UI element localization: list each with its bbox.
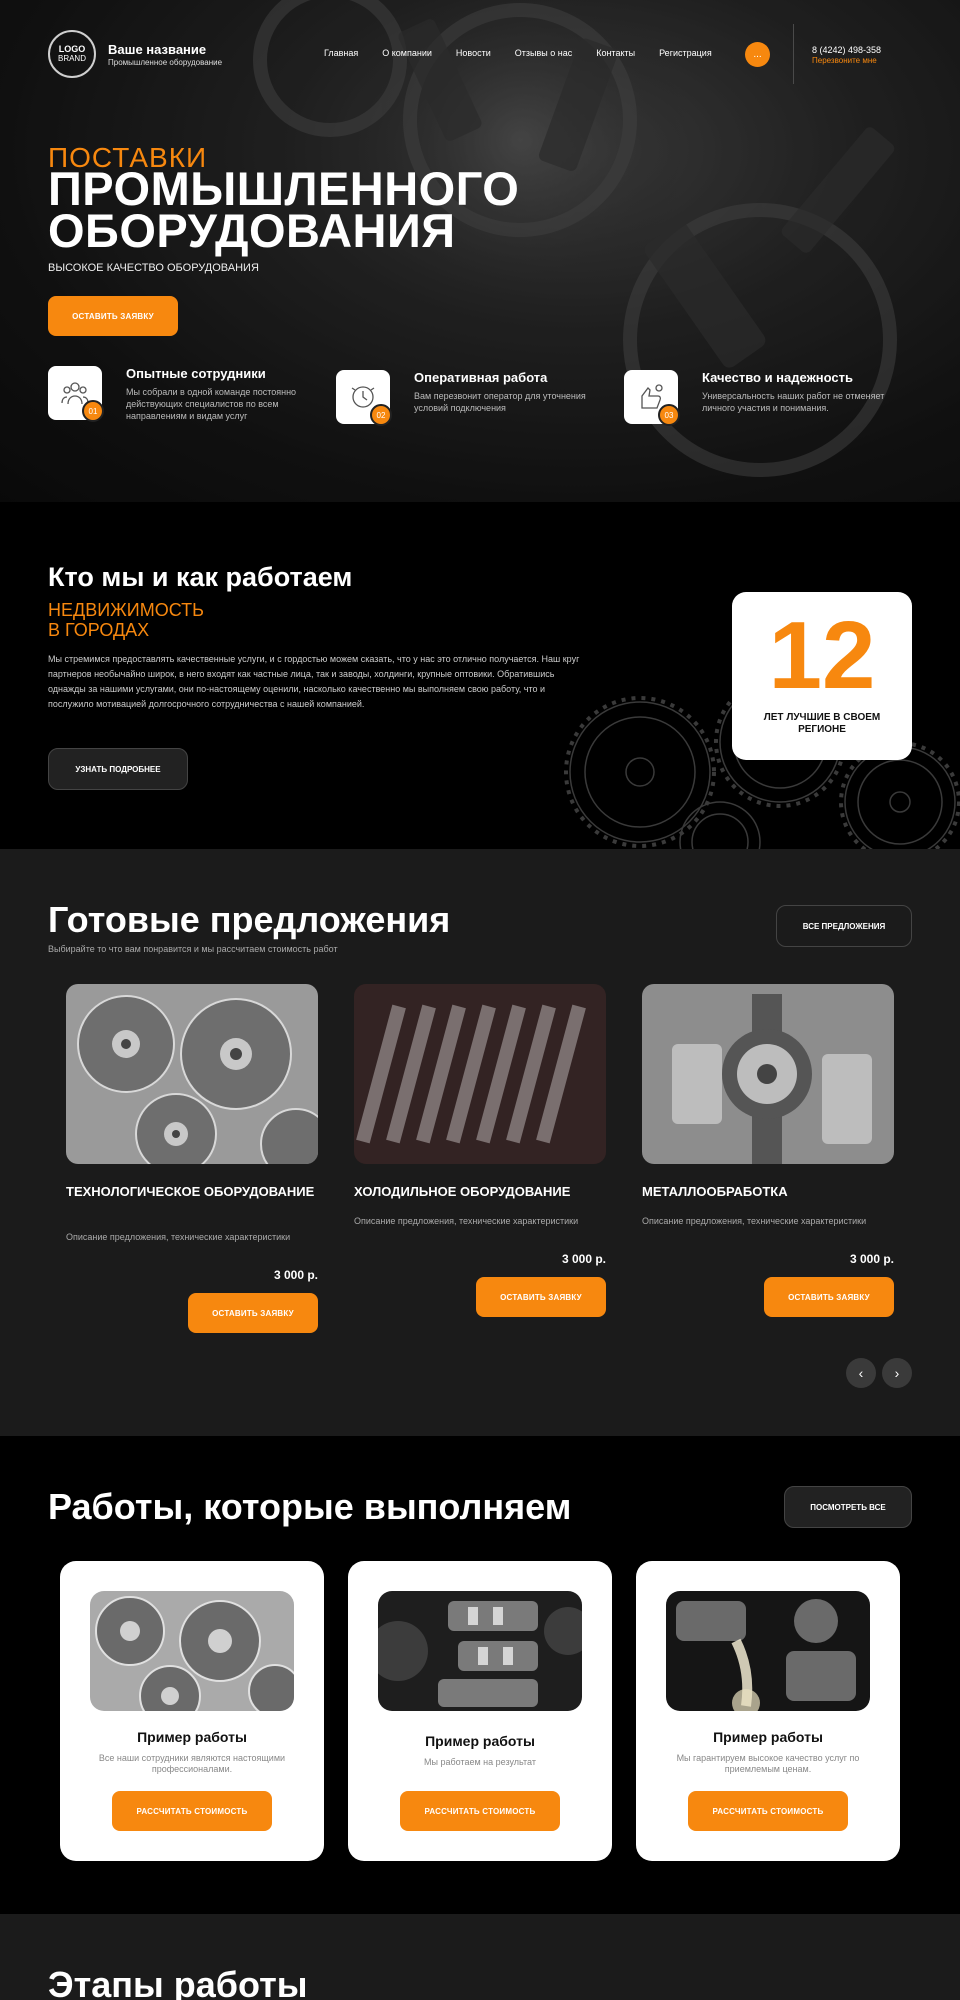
carousel-next-button[interactable]: ›: [882, 1358, 912, 1388]
site-header: LOGO BRAND Ваше название Промышленное об…: [0, 0, 960, 108]
nav-item-reviews[interactable]: Отзывы о нас: [515, 48, 572, 58]
stages-title: Этапы работы: [48, 1964, 308, 2000]
offer-request-button[interactable]: ОСТАВИТЬ ЗАЯВКУ: [764, 1277, 894, 1317]
offers-section: Готовые предложения Выбирайте то что вам…: [0, 849, 960, 1436]
carousel-prev-button[interactable]: ‹: [846, 1358, 876, 1388]
offer-description: Описание предложения, технические характ…: [642, 1216, 867, 1226]
nav-item-about[interactable]: О компании: [382, 48, 432, 58]
about-subtitle-line2: В ГОРОДАХ: [48, 620, 150, 640]
feature-number: 03: [658, 404, 680, 426]
feature-item: 01 Опытные сотрудники Мы собрали в одной…: [48, 366, 318, 426]
hero-subtitle: ВЫСОКОЕ КАЧЕСТВО ОБОРУДОВАНИЯ: [48, 262, 259, 274]
work-text: Мы гарантируем высокое качество услуг по…: [676, 1753, 860, 1774]
callback-link[interactable]: Перезвоните мне: [812, 56, 877, 65]
calculate-cost-button[interactable]: РАССЧИТАТЬ СТОИМОСТЬ: [400, 1791, 560, 1831]
feature-item: 02 Оперативная работа Вам перезвонит опе…: [336, 370, 606, 430]
feature-text: Вам перезвонит оператор для уточнения ус…: [414, 391, 586, 413]
calculate-cost-button[interactable]: РАССЧИТАТЬ СТОИМОСТЬ: [688, 1791, 848, 1831]
work-image: [666, 1591, 870, 1711]
works-title: Работы, которые выполняем: [48, 1486, 572, 1527]
all-offers-button[interactable]: ВСЕ ПРЕДЛОЖЕНИЯ: [776, 905, 912, 947]
feature-title: Опытные сотрудники: [126, 366, 266, 381]
offer-title: МЕТАЛЛООБРАБОТКА: [642, 1184, 788, 1199]
work-card: Пример работы Все наши сотрудники являют…: [60, 1561, 324, 1861]
offer-price: 3 000 р.: [561, 1252, 606, 1266]
offers-subtitle: Выбирайте то что вам понравится и мы рас…: [48, 944, 338, 954]
feature-number: 02: [370, 404, 392, 426]
hero-section: LOGO BRAND Ваше название Промышленное об…: [0, 0, 960, 502]
header-divider: [793, 24, 794, 84]
offer-request-button[interactable]: ОСТАВИТЬ ЗАЯВКУ: [476, 1277, 606, 1317]
logo-subtext: BRAND: [57, 54, 86, 63]
feature-text: Универсальность наших работ не отменяет …: [702, 391, 885, 413]
offer-description: Описание предложения, технические характ…: [354, 1216, 579, 1226]
brand-name: Ваше название: [108, 42, 207, 57]
offer-description: Описание предложения, технические характ…: [66, 1232, 291, 1242]
about-title: Кто мы и как работаем: [48, 562, 353, 592]
feature-number: 01: [82, 400, 104, 422]
calculate-cost-button[interactable]: РАССЧИТАТЬ СТОИМОСТЬ: [112, 1791, 272, 1831]
nav-item-register[interactable]: Регистрация: [659, 48, 712, 58]
nav-item-home[interactable]: Главная: [324, 48, 358, 58]
hero-title-line2: ОБОРУДОВАНИЯ: [48, 204, 456, 257]
work-card: Пример работы Мы гарантируем высокое кач…: [636, 1561, 900, 1861]
stat-number: 12: [768, 602, 876, 709]
about-section: Кто мы и как работаем НЕДВИЖИМОСТЬ В ГОР…: [0, 502, 960, 849]
work-title: Пример работы: [137, 1729, 247, 1745]
stages-section: Этапы работы: [0, 1914, 960, 2000]
hero-title: ПРОМЫШЛЕННОГО ОБОРУДОВАНИЯ: [48, 165, 519, 254]
offer-price: 3 000 р.: [849, 1252, 894, 1266]
nav-item-contacts[interactable]: Контакты: [596, 48, 635, 58]
work-image: [378, 1591, 582, 1711]
about-subtitle: НЕДВИЖИМОСТЬ В ГОРОДАХ: [48, 600, 204, 640]
learn-more-button[interactable]: УЗНАТЬ ПОДРОБНЕЕ: [48, 748, 188, 790]
feature-title: Оперативная работа: [414, 370, 548, 385]
about-subtitle-line1: НЕДВИЖИМОСТЬ: [48, 600, 204, 620]
offer-title: ХОЛОДИЛЬНОЕ ОБОРУДОВАНИЕ: [354, 1184, 571, 1199]
offer-title: ТЕХНОЛОГИЧЕСКОЕ ОБОРУДОВАНИЕ: [66, 1184, 315, 1199]
hero-request-button[interactable]: ОСТАВИТЬ ЗАЯВКУ: [48, 296, 178, 336]
view-all-works-button[interactable]: ПОСМОТРЕТЬ ВСЕ: [784, 1486, 912, 1528]
stat-label: ЛЕТ ЛУЧШИЕ В СВОЕМ РЕГИОНЕ: [763, 712, 881, 735]
work-text: Все наши сотрудники являются настоящими …: [98, 1753, 286, 1774]
phone-number[interactable]: 8 (4242) 498-358: [812, 45, 881, 55]
nav-item-news[interactable]: Новости: [456, 48, 491, 58]
stat-card: 12 ЛЕТ ЛУЧШИЕ В СВОЕМ РЕГИОНЕ: [732, 592, 912, 760]
about-text: Мы стремимся предоставлять качественные …: [48, 654, 580, 709]
main-nav: Главная О компании Новости Отзывы о нас …: [324, 48, 736, 58]
work-card: Пример работы Мы работаем на результат Р…: [348, 1561, 612, 1861]
work-text: Мы работаем на результат: [424, 1757, 536, 1767]
feature-title: Качество и надежность: [702, 370, 853, 385]
offers-title: Готовые предложения: [48, 899, 451, 940]
brand-subtitle: Промышленное оборудование: [108, 58, 223, 67]
offer-image[interactable]: [66, 984, 318, 1164]
work-title: Пример работы: [713, 1729, 823, 1745]
feature-item: 03 Качество и надежность Универсальность…: [624, 370, 894, 430]
offer-price: 3 000 р.: [273, 1268, 318, 1282]
feature-text: Мы собрали в одной команде постоянно дей…: [126, 387, 297, 421]
work-title: Пример работы: [425, 1733, 535, 1749]
logo[interactable]: LOGO BRAND: [48, 30, 96, 78]
offer-image[interactable]: [354, 984, 606, 1164]
offer-image[interactable]: [642, 984, 894, 1164]
offer-request-button[interactable]: ОСТАВИТЬ ЗАЯВКУ: [188, 1293, 318, 1333]
works-section: Работы, которые выполняем ПОСМОТРЕТЬ ВСЕ…: [0, 1436, 960, 1914]
logo-text: LOGO: [58, 44, 86, 54]
work-image: [90, 1591, 294, 1711]
more-menu-button[interactable]: ...: [745, 42, 770, 67]
